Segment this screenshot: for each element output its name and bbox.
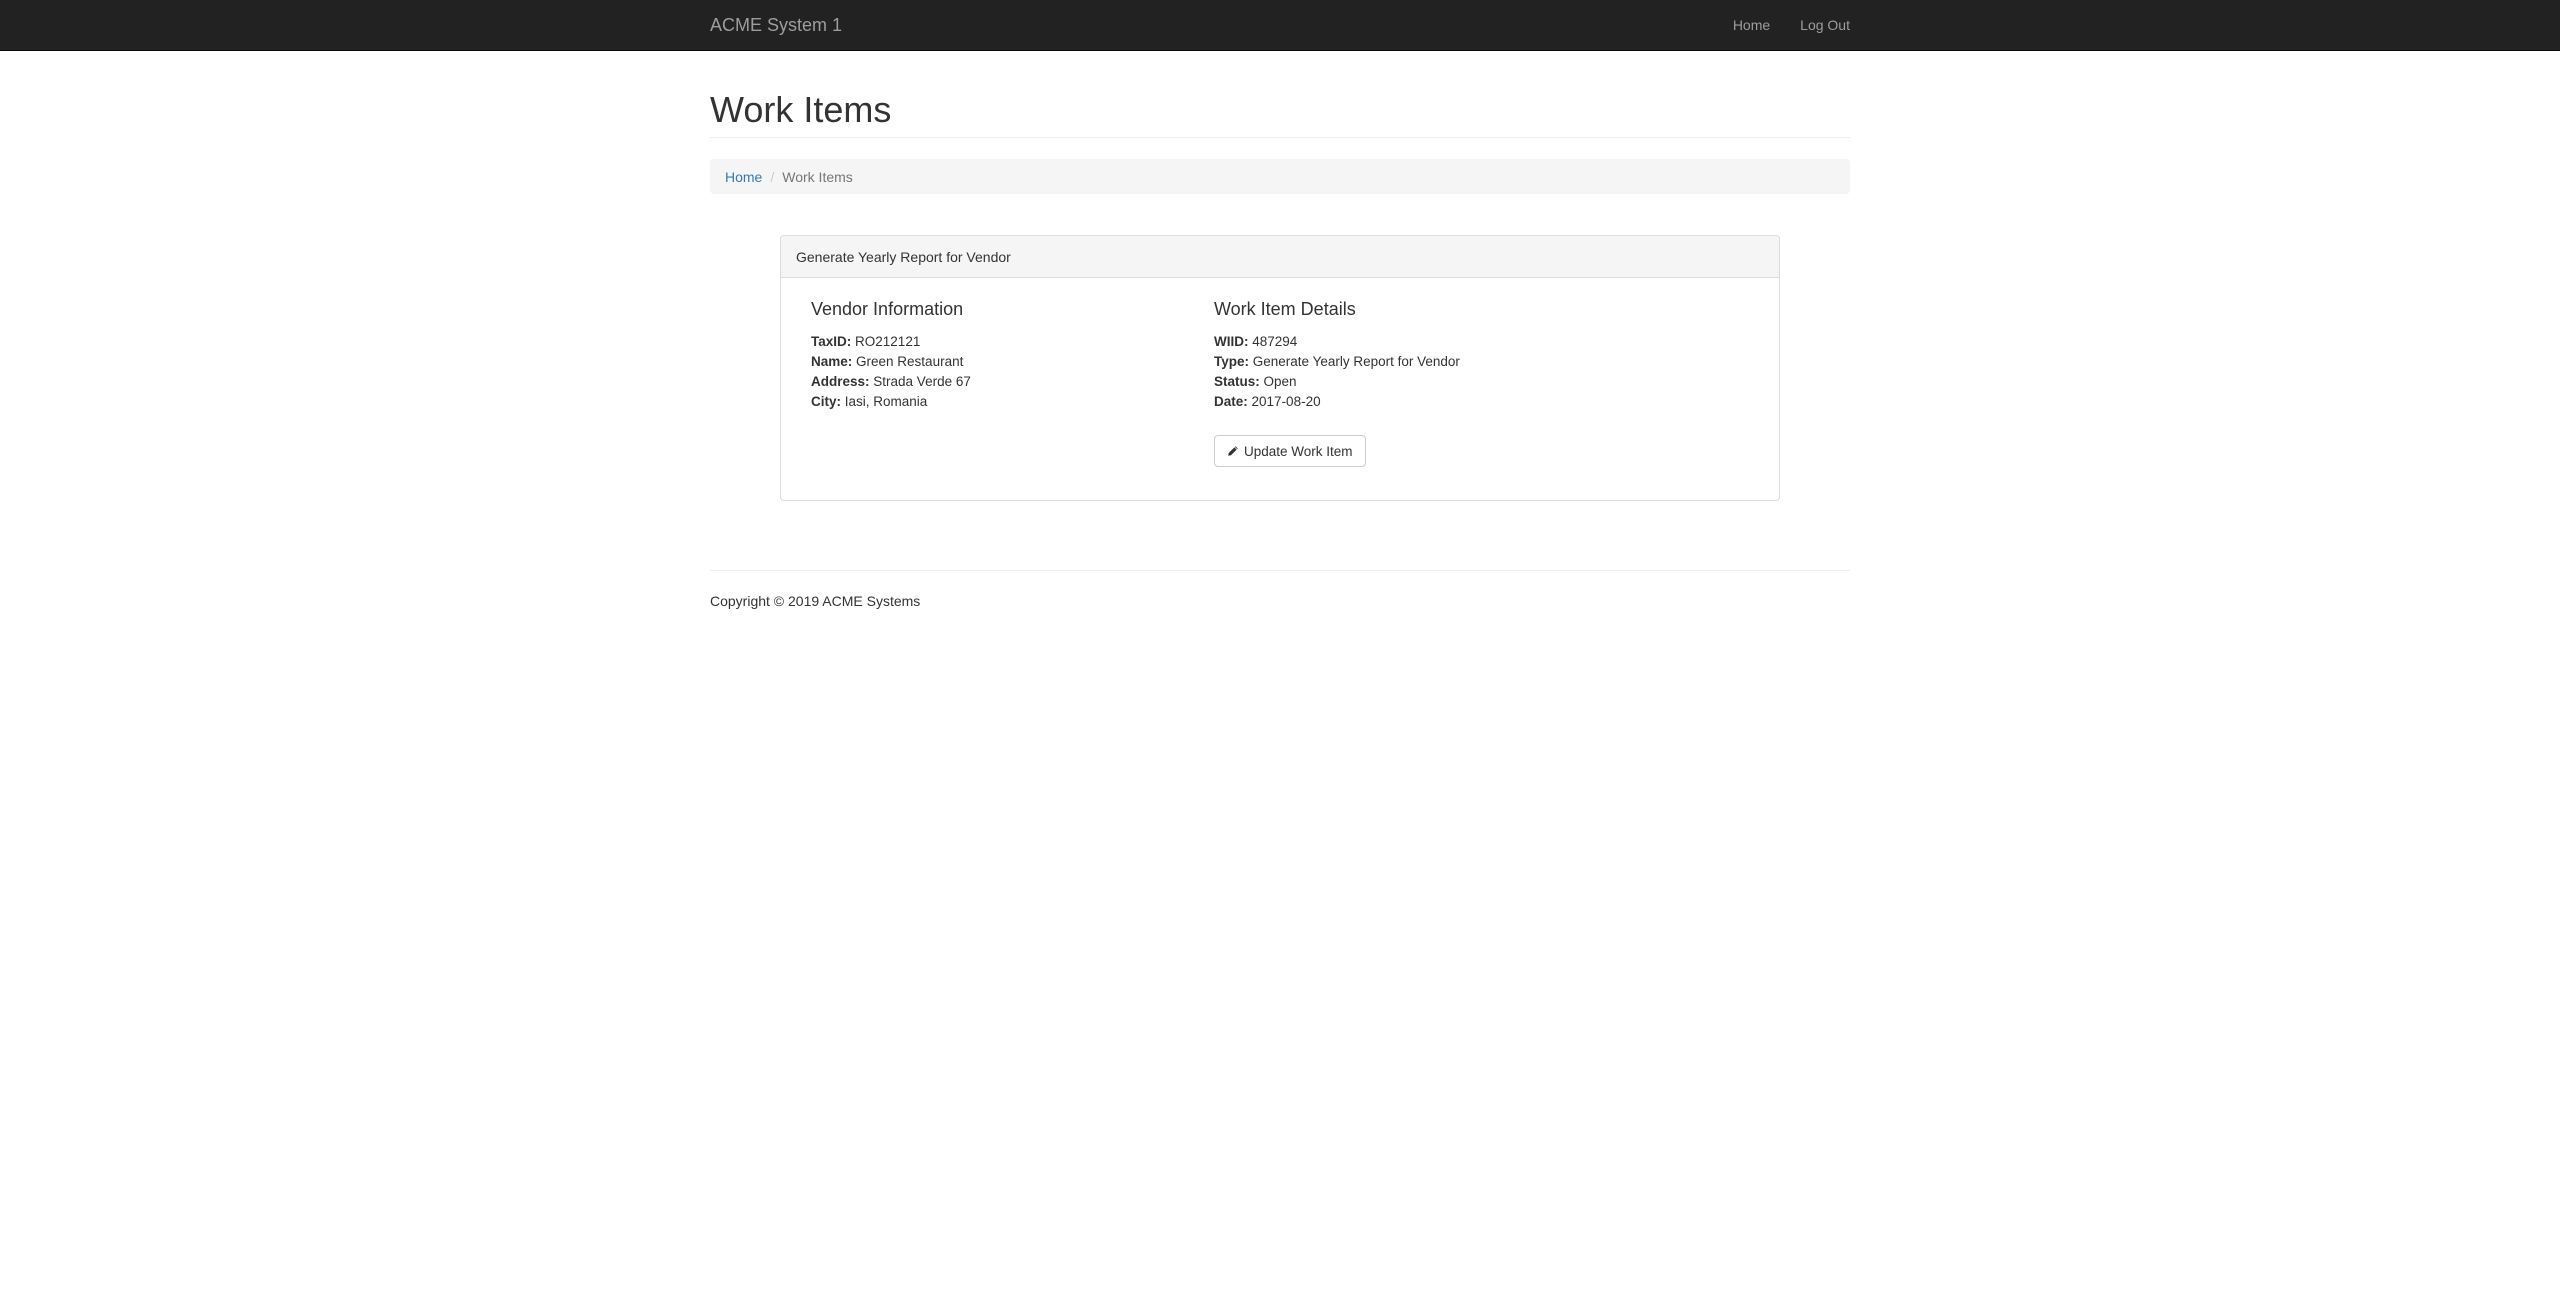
top-navbar: ACME System 1 Home Log Out — [0, 0, 2560, 51]
work-item-status-field: Status: Open — [1214, 372, 1744, 392]
vendor-city-field: City: Iasi, Romania — [811, 392, 1181, 412]
brand-link[interactable]: ACME System 1 — [710, 0, 842, 50]
field-label: Status: — [1214, 373, 1260, 389]
breadcrumb-current: Work Items — [782, 168, 853, 185]
work-item-wiid-field: WIID: 487294 — [1214, 332, 1744, 352]
field-label: City: — [811, 393, 841, 409]
vendor-address-field: Address: Strada Verde 67 — [811, 372, 1181, 392]
work-item-type-field: Type: Generate Yearly Report for Vendor — [1214, 352, 1744, 372]
panel-body: Vendor Information TaxID: RO212121 Name:… — [781, 278, 1779, 500]
field-label: Address: — [811, 373, 870, 389]
work-item-date-field: Date: 2017-08-20 — [1214, 392, 1744, 412]
update-work-item-button[interactable]: Update Work Item — [1214, 435, 1366, 467]
vendor-name-field: Name: Green Restaurant — [811, 352, 1181, 372]
field-value: 2017-08-20 — [1251, 393, 1321, 409]
work-item-details-section: Work Item Details WIID: 487294 Type: Gen… — [1214, 299, 1744, 467]
field-value: 487294 — [1252, 333, 1298, 349]
pencil-icon — [1227, 445, 1239, 457]
field-label: Type: — [1214, 353, 1250, 369]
field-value: Strada Verde 67 — [873, 373, 971, 389]
field-value: Generate Yearly Report for Vendor — [1252, 353, 1460, 369]
nav-home-link[interactable]: Home — [1733, 0, 1770, 50]
breadcrumb-separator: / — [770, 168, 775, 185]
field-label: WIID: — [1214, 333, 1249, 349]
field-value: Iasi, Romania — [844, 393, 928, 409]
field-label: TaxID: — [811, 333, 852, 349]
nav-links: Home Log Out — [1703, 0, 1850, 50]
panel-heading: Generate Yearly Report for Vendor — [781, 236, 1779, 278]
vendor-info-section: Vendor Information TaxID: RO212121 Name:… — [811, 299, 1181, 412]
breadcrumb: Home / Work Items — [710, 159, 1850, 194]
field-label: Name: — [811, 353, 853, 369]
vendor-info-title: Vendor Information — [811, 299, 964, 319]
vendor-taxid-field: TaxID: RO212121 — [811, 332, 1181, 352]
nav-logout-link[interactable]: Log Out — [1800, 0, 1850, 50]
footer: Copyright © 2019 ACME Systems — [710, 570, 1850, 609]
page-title: Work Items — [710, 89, 892, 130]
field-value: RO212121 — [855, 333, 921, 349]
footer-copyright: Copyright © 2019 ACME Systems — [710, 593, 921, 609]
work-item-panel: Generate Yearly Report for Vendor Vendor… — [780, 235, 1780, 501]
breadcrumb-home-link[interactable]: Home — [725, 169, 762, 185]
update-work-item-label: Update Work Item — [1244, 443, 1353, 459]
work-item-details-title: Work Item Details — [1214, 299, 1356, 319]
page-header: Work Items — [710, 82, 1850, 138]
field-value: Green Restaurant — [856, 353, 964, 369]
field-label: Date: — [1214, 393, 1248, 409]
field-value: Open — [1263, 373, 1297, 389]
